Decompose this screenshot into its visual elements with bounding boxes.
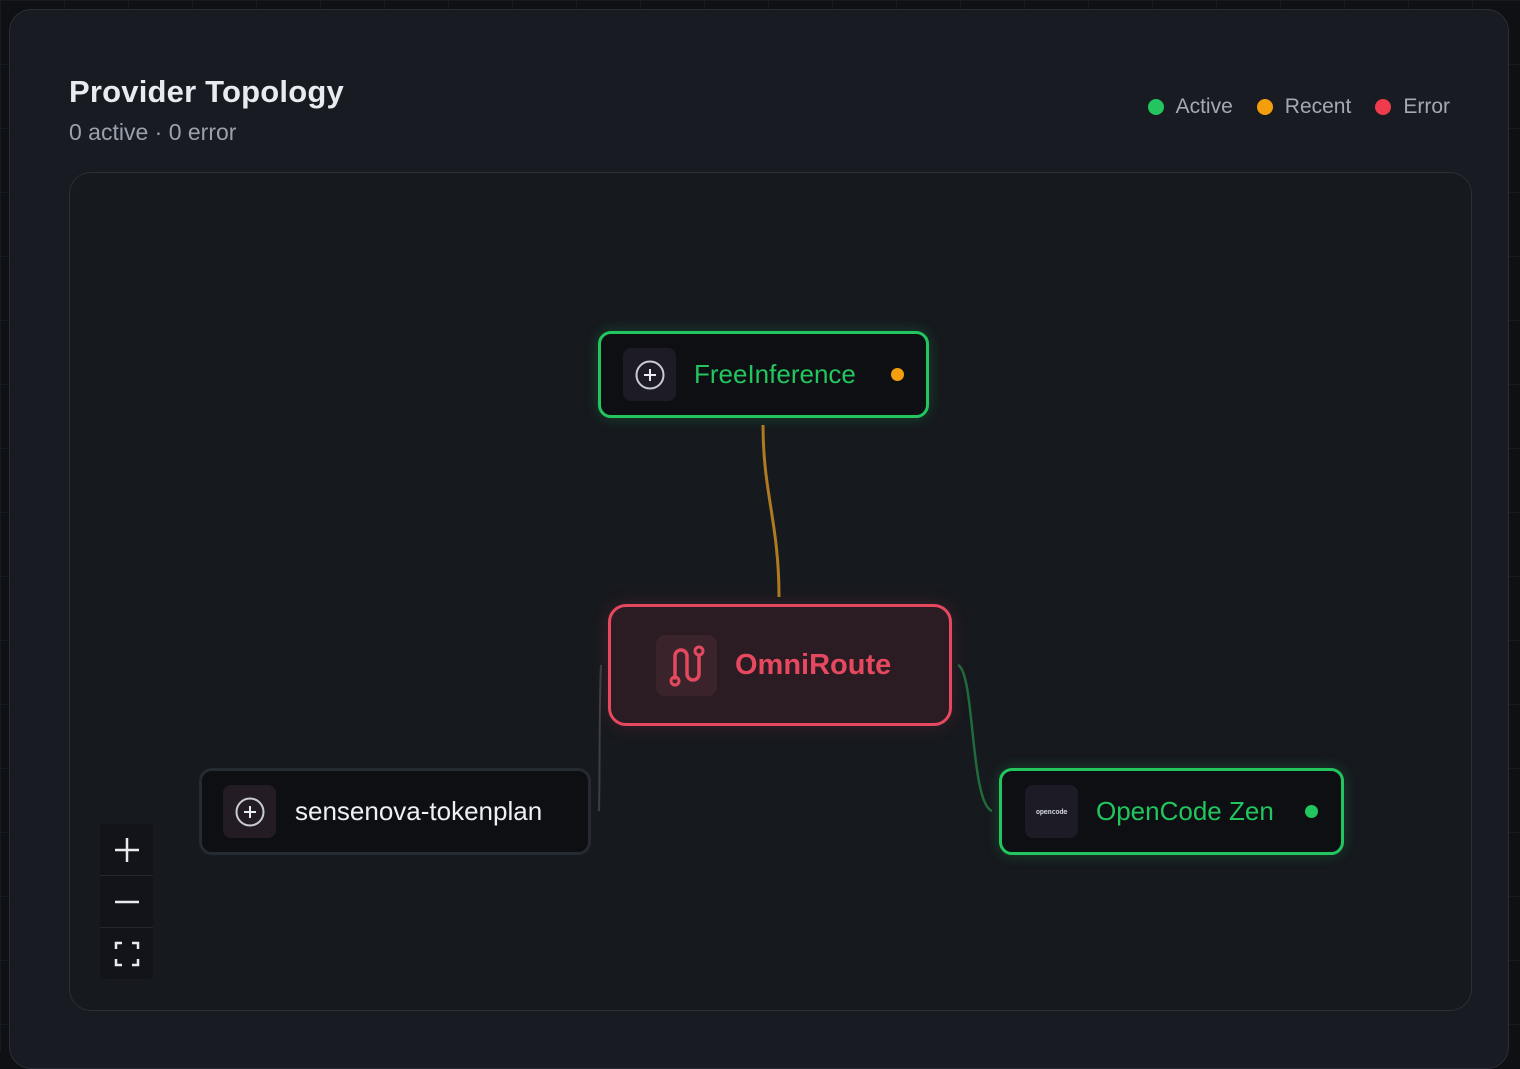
node-freeinference[interactable]: FreeInference <box>598 331 929 418</box>
active-status-dot-icon <box>1305 805 1318 818</box>
fit-view-button[interactable] <box>100 928 153 979</box>
plus-circle-icon <box>634 359 666 391</box>
legend-item-recent: Recent <box>1257 95 1352 119</box>
zoom-in-button[interactable] <box>100 824 153 876</box>
card-subtitle: 0 active · 0 error <box>69 119 236 146</box>
sensenova-label: sensenova-tokenplan <box>295 796 542 827</box>
plus-circle-icon <box>234 796 266 828</box>
status-legend: Active Recent Error <box>1148 95 1450 119</box>
sensenova-icon-box <box>223 785 276 838</box>
opencode-icon-box: opencode <box>1025 785 1078 838</box>
opencode-label: OpenCode Zen <box>1096 796 1274 827</box>
error-dot-icon <box>1375 99 1391 115</box>
zoom-out-button[interactable] <box>100 876 153 928</box>
recent-dot-icon <box>1257 99 1273 115</box>
recent-status-dot-icon <box>891 368 904 381</box>
zoom-in-icon <box>114 837 140 863</box>
legend-label-recent: Recent <box>1285 95 1352 119</box>
freeinference-icon-box <box>623 348 676 401</box>
route-icon <box>666 642 708 688</box>
legend-label-active: Active <box>1176 95 1233 119</box>
card-title: Provider Topology <box>69 74 344 110</box>
zoom-out-icon <box>114 889 140 915</box>
canvas-controls <box>100 824 153 979</box>
active-dot-icon <box>1148 99 1164 115</box>
opencode-logo: opencode <box>1036 808 1067 816</box>
node-omniroute[interactable]: OmniRoute <box>608 604 952 726</box>
node-sensenova-tokenplan[interactable]: sensenova-tokenplan <box>199 768 591 855</box>
legend-item-active: Active <box>1148 95 1233 119</box>
edge-freeinference-omniroute <box>763 425 779 597</box>
edge-omniroute-sensenova <box>599 665 601 811</box>
topology-canvas[interactable]: FreeInference OmniRoute <box>69 172 1472 1011</box>
topology-edges <box>70 173 1472 1011</box>
provider-topology-card: Provider Topology 0 active · 0 error Act… <box>9 9 1509 1069</box>
edge-omniroute-opencode <box>958 665 992 811</box>
legend-item-error: Error <box>1375 95 1450 119</box>
fit-view-icon <box>114 941 140 967</box>
node-opencode-zen[interactable]: opencode OpenCode Zen <box>999 768 1344 855</box>
legend-label-error: Error <box>1403 95 1450 119</box>
omniroute-icon-box <box>656 635 717 696</box>
freeinference-label: FreeInference <box>694 359 856 390</box>
omniroute-label: OmniRoute <box>735 649 891 682</box>
